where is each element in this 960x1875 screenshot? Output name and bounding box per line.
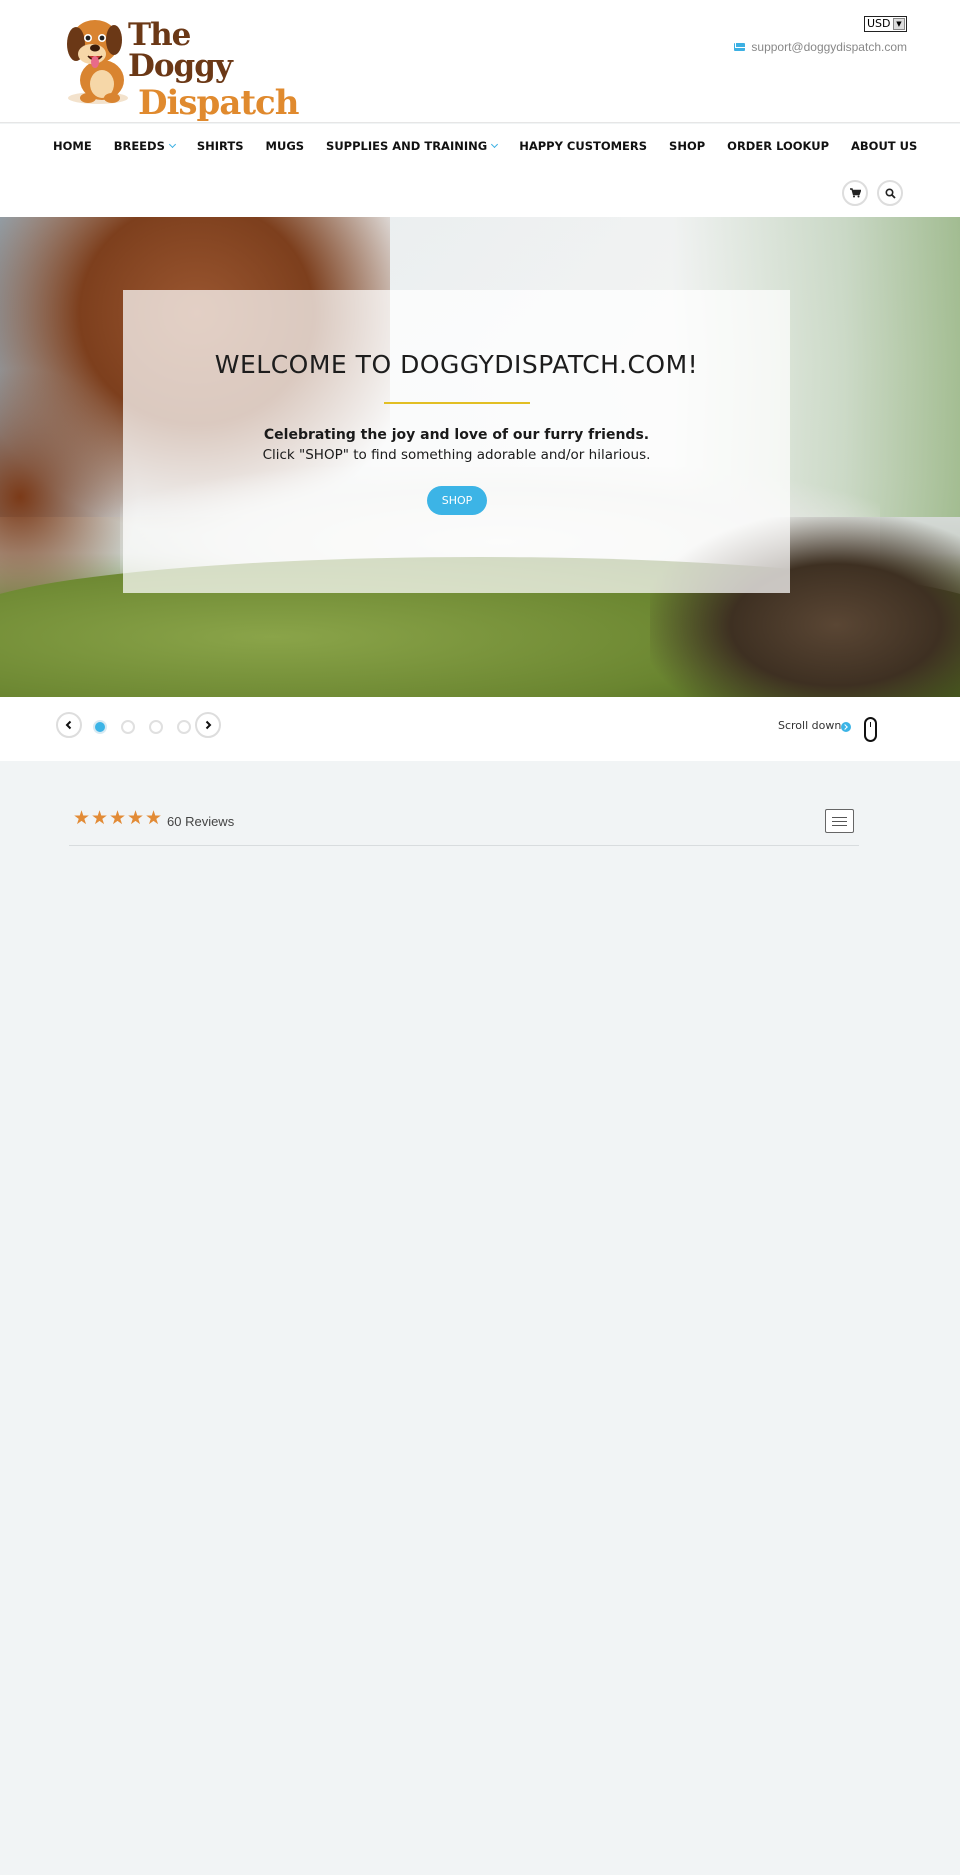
nav-item-label: BREEDS xyxy=(113,139,165,153)
nav-item-shop[interactable]: SHOP xyxy=(669,139,705,153)
nav-item-mugs[interactable]: MUGS xyxy=(266,139,305,153)
nav-item-label: MUGS xyxy=(265,139,305,153)
slider-controls: Scroll down xyxy=(0,697,960,761)
nav-item-supplies-and-training[interactable]: SUPPLIES AND TRAINING xyxy=(326,139,499,153)
main-navigation: HOME BREEDS SHIRTS MUGS SUPPLIES AND TRA… xyxy=(0,124,960,217)
chevron-left-icon xyxy=(65,720,72,730)
logo-line-1: The Doggy xyxy=(128,17,233,84)
site-logo[interactable]: The Doggy Dispatch xyxy=(62,14,299,120)
nav-menu: HOME BREEDS SHIRTS MUGS SUPPLIES AND TRA… xyxy=(53,139,939,153)
mouse-scroll-icon[interactable] xyxy=(864,717,877,742)
search-icon xyxy=(884,187,896,199)
nav-item-shirts[interactable]: SHIRTS xyxy=(197,139,244,153)
site-header: The Doggy Dispatch USD ▼ support@doggydi… xyxy=(0,0,960,123)
nav-item-label: SHOP xyxy=(669,139,706,153)
support-email-text: support@doggydispatch.com xyxy=(751,40,907,54)
dog-mascot-icon xyxy=(67,20,128,104)
slide-dot-4[interactable] xyxy=(177,720,191,734)
hero-slideshow: WELCOME TO DOGGYDISPATCH.COM! Celebratin… xyxy=(0,217,960,697)
chevron-down-icon xyxy=(491,140,499,149)
nav-item-label: ABOUT US xyxy=(851,139,918,153)
nav-item-label: SUPPLIES AND TRAINING xyxy=(326,139,488,153)
reviews-menu-button[interactable] xyxy=(825,809,854,833)
cart-icon xyxy=(849,188,861,198)
star-icon: ★ xyxy=(127,807,145,829)
menu-line xyxy=(832,821,847,822)
chevron-down-icon xyxy=(168,140,176,149)
menu-line xyxy=(832,817,847,818)
nav-item-label: HAPPY CUSTOMERS xyxy=(519,139,648,153)
search-button[interactable] xyxy=(877,180,903,206)
hero-text: Click "SHOP" to find something adorable … xyxy=(262,447,651,463)
hero-caption-box: WELCOME TO DOGGYDISPATCH.COM! Celebratin… xyxy=(123,290,790,593)
nav-item-home[interactable]: HOME xyxy=(53,139,92,153)
envelope-icon xyxy=(734,43,746,51)
nav-item-breeds[interactable]: BREEDS xyxy=(113,139,176,153)
arrow-down-circle-icon[interactable] xyxy=(841,722,851,732)
star-icon: ★ xyxy=(91,807,109,829)
previous-slide-button[interactable] xyxy=(56,712,82,738)
reviews-summary: ★ ★ ★ ★ ★ 60 Reviews xyxy=(69,808,859,846)
nav-item-label: HOME xyxy=(53,139,92,153)
currency-select[interactable]: USD ▼ xyxy=(864,16,907,32)
slide-dot-1[interactable] xyxy=(93,720,107,734)
next-slide-button[interactable] xyxy=(195,712,221,738)
slide-dot-3[interactable] xyxy=(149,720,163,734)
chevron-right-icon xyxy=(205,720,212,730)
cart-button[interactable] xyxy=(842,180,868,206)
logo-line-2: Dispatch xyxy=(138,83,299,123)
star-icon: ★ xyxy=(73,807,91,829)
nav-item-about-us[interactable]: ABOUT US xyxy=(851,139,917,153)
hero-title: WELCOME TO DOGGYDISPATCH.COM! xyxy=(214,350,699,379)
hero-divider xyxy=(384,402,530,404)
nav-item-order-lookup[interactable]: ORDER LOOKUP xyxy=(727,139,829,153)
star-icon: ★ xyxy=(145,807,163,829)
currency-value: USD xyxy=(867,17,891,30)
reviews-count[interactable]: 60 Reviews xyxy=(167,814,234,829)
hero-subtitle: Celebrating the joy and love of our furr… xyxy=(263,427,650,443)
star-rating[interactable]: ★ ★ ★ ★ ★ xyxy=(73,807,163,829)
support-email[interactable]: support@doggydispatch.com xyxy=(734,39,907,55)
menu-line xyxy=(832,825,847,826)
star-icon: ★ xyxy=(109,807,127,829)
nav-item-label: SHIRTS xyxy=(196,139,244,153)
shop-button[interactable]: SHOP xyxy=(427,486,487,515)
nav-item-happy-customers[interactable]: HAPPY CUSTOMERS xyxy=(519,139,647,153)
slide-dot-2[interactable] xyxy=(121,720,135,734)
nav-item-label: ORDER LOOKUP xyxy=(727,139,830,153)
scroll-down-label[interactable]: Scroll down xyxy=(778,719,841,732)
logo-wordmark: The Doggy Dispatch xyxy=(128,17,299,123)
dropdown-arrow-icon: ▼ xyxy=(893,18,905,30)
